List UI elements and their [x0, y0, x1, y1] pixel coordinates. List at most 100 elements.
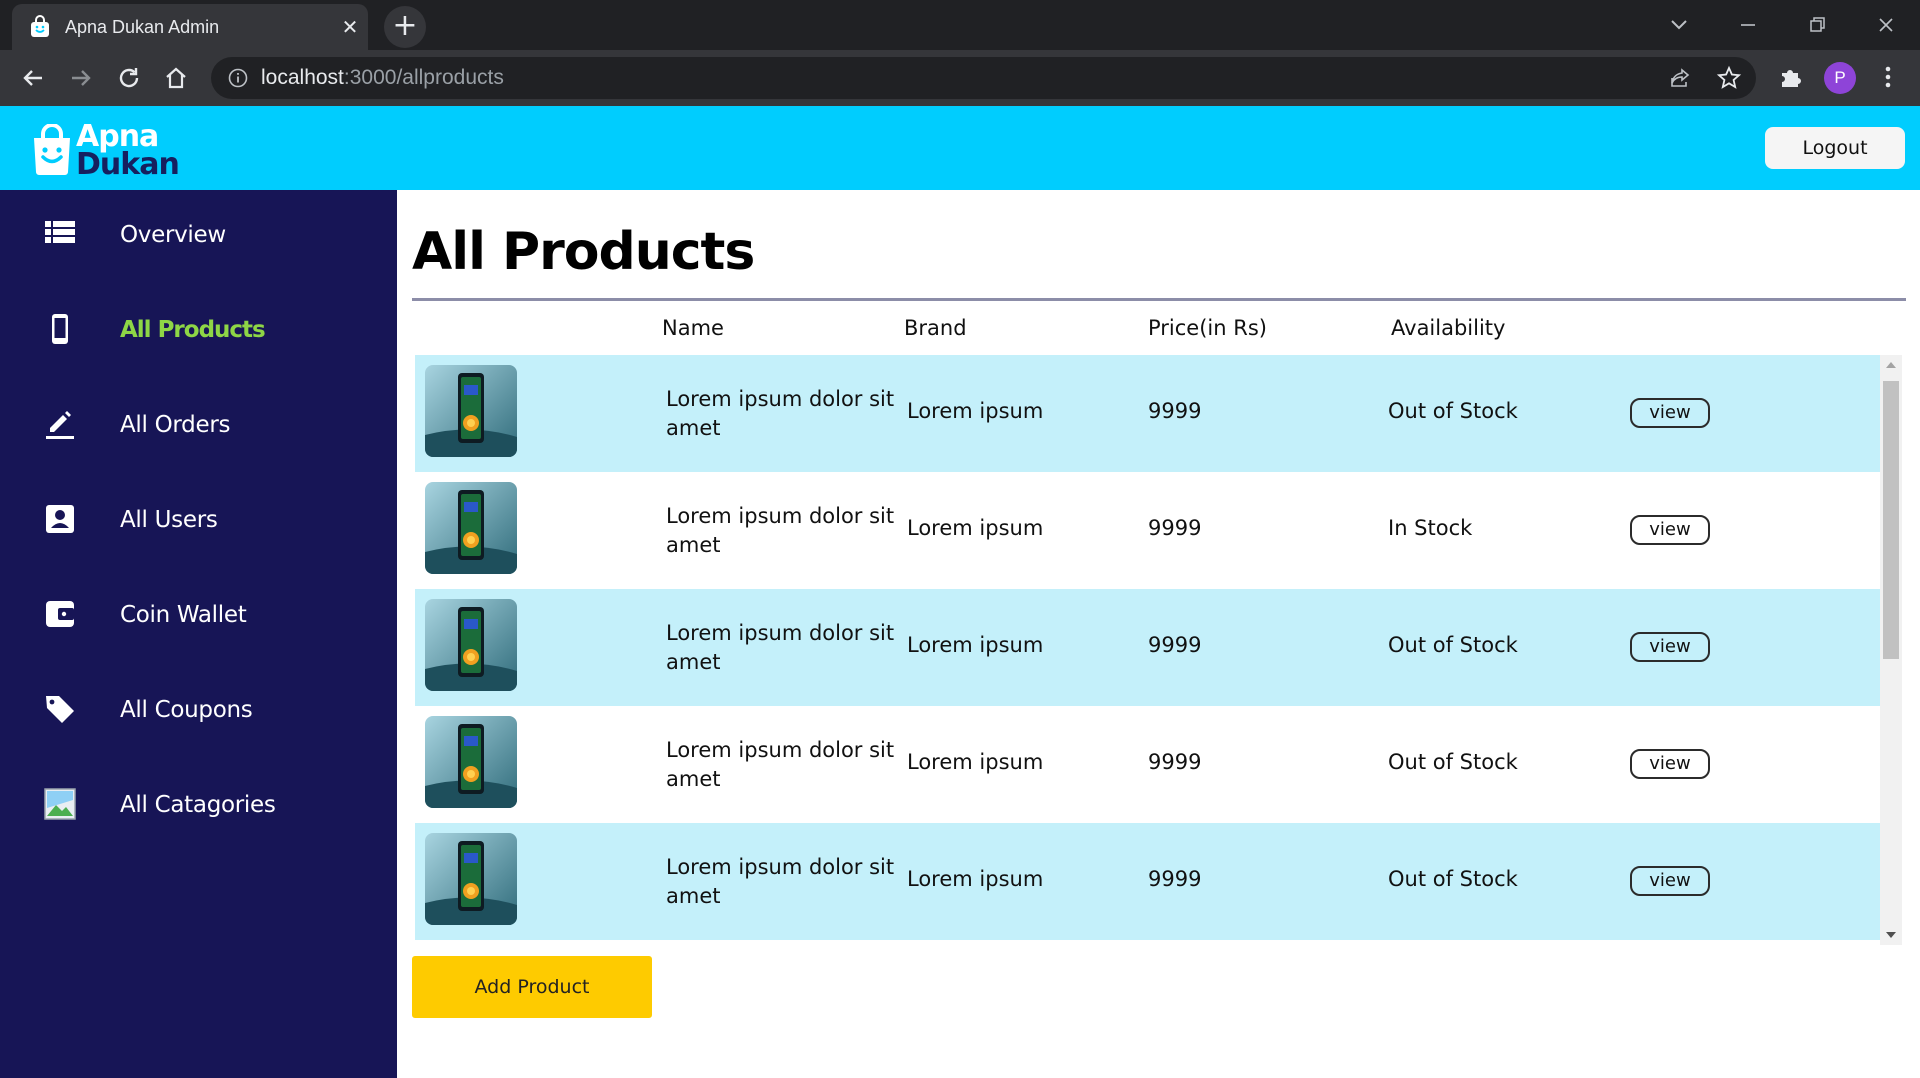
sidebar: Overview All Products All Orders All Use… — [0, 190, 397, 1078]
view-button[interactable]: view — [1630, 749, 1710, 779]
add-product-button[interactable]: Add Product — [412, 956, 652, 1018]
list-icon — [45, 221, 75, 243]
table-row: Lorem ipsum dolor sit amet Lorem ipsum 9… — [415, 706, 1880, 823]
broken-image-icon — [44, 788, 76, 820]
column-header-brand: Brand — [904, 316, 967, 340]
product-thumbnail — [425, 599, 517, 691]
sidebar-item-label: Overview — [120, 222, 226, 248]
tab-search-chevron-icon[interactable] — [1664, 10, 1694, 40]
contact-icon — [46, 505, 74, 533]
browser-menu-icon[interactable] — [1874, 63, 1902, 91]
logout-button[interactable]: Logout — [1765, 127, 1905, 169]
product-name: Lorem ipsum dolor sit amet — [666, 738, 895, 791]
product-thumbnail — [425, 716, 517, 808]
view-button[interactable]: view — [1630, 398, 1710, 428]
app-header: Apna Dukan Logout — [0, 106, 1920, 190]
product-price: 9999 — [1148, 750, 1202, 774]
sidebar-item-label: Coin Wallet — [120, 602, 247, 628]
tab-title: Apna Dukan Admin — [65, 17, 220, 37]
url-text: localhost:3000/allproducts — [261, 66, 504, 90]
product-thumbnail — [425, 833, 517, 925]
product-name: Lorem ipsum dolor sit amet — [666, 621, 895, 674]
products-table-body[interactable]: Lorem ipsum dolor sit amet Lorem ipsum 9… — [412, 355, 1906, 945]
column-header-name: Name — [662, 316, 724, 340]
scrollbar-thumb[interactable] — [1883, 381, 1899, 659]
product-availability: Out of Stock — [1388, 633, 1518, 657]
wallet-icon — [46, 601, 74, 627]
tag-icon — [46, 696, 74, 723]
page-title: All Products — [412, 222, 755, 282]
shopping-bag-favicon-icon — [31, 15, 49, 37]
smartphone-icon — [52, 314, 68, 344]
site-info-icon[interactable] — [227, 67, 249, 89]
product-name: Lorem ipsum dolor sit amet — [666, 504, 895, 557]
table-row: Lorem ipsum dolor sit amet Lorem ipsum 9… — [415, 823, 1880, 940]
product-availability: Out of Stock — [1388, 750, 1518, 774]
sidebar-item-all-coupons[interactable]: All Coupons — [0, 665, 397, 760]
profile-avatar[interactable]: P — [1824, 62, 1856, 94]
edit-icon — [46, 411, 74, 439]
sidebar-item-all-orders[interactable]: All Orders — [0, 380, 397, 475]
product-price: 9999 — [1148, 516, 1202, 540]
address-bar[interactable]: localhost:3000/allproducts — [211, 57, 1756, 99]
product-availability: In Stock — [1388, 516, 1473, 540]
sidebar-item-overview[interactable]: Overview — [0, 190, 397, 285]
view-button[interactable]: view — [1630, 866, 1710, 896]
minimize-icon[interactable] — [1733, 10, 1763, 40]
product-price: 9999 — [1148, 867, 1202, 891]
scroll-down-arrow-icon[interactable] — [1880, 927, 1902, 943]
logo-text-dukan: Dukan — [76, 147, 180, 182]
browser-tab[interactable]: Apna Dukan Admin ✕ — [12, 4, 368, 50]
table-row: Lorem ipsum dolor sit amet Lorem ipsum 9… — [415, 589, 1880, 706]
product-thumbnail — [425, 482, 517, 574]
product-brand: Lorem ipsum — [907, 633, 1044, 657]
product-brand: Lorem ipsum — [907, 399, 1044, 423]
sidebar-item-label: All Catagories — [120, 792, 276, 818]
browser-tab-bar: Apna Dukan Admin ✕ + — [0, 0, 1920, 50]
browser-toolbar: localhost:3000/allproducts P — [0, 50, 1920, 106]
sidebar-item-all-users[interactable]: All Users — [0, 475, 397, 570]
product-name: Lorem ipsum dolor sit amet — [666, 387, 895, 440]
product-brand: Lorem ipsum — [907, 867, 1044, 891]
apna-dukan-logo[interactable]: Apna Dukan — [28, 118, 198, 182]
product-brand: Lorem ipsum — [907, 750, 1044, 774]
product-thumbnail — [425, 365, 517, 457]
sidebar-item-all-products[interactable]: All Products — [0, 285, 397, 380]
forward-arrow-icon[interactable] — [66, 63, 96, 93]
shopping-bag-logo-icon — [34, 124, 70, 175]
table-header: Name Brand Price(in Rs) Availability — [412, 316, 1906, 350]
home-icon[interactable] — [161, 63, 191, 93]
sidebar-item-coin-wallet[interactable]: Coin Wallet — [0, 570, 397, 665]
product-price: 9999 — [1148, 633, 1202, 657]
back-arrow-icon[interactable] — [18, 63, 48, 93]
tab-close-icon[interactable]: ✕ — [338, 15, 362, 39]
table-row: Lorem ipsum dolor sit amet Lorem ipsum 9… — [415, 472, 1880, 589]
extensions-puzzle-icon[interactable] — [1777, 63, 1805, 91]
view-button[interactable]: view — [1630, 515, 1710, 545]
table-row: Lorem ipsum dolor sit amet Lorem ipsum 9… — [415, 355, 1880, 472]
vertical-scrollbar[interactable] — [1880, 355, 1902, 945]
sidebar-item-label: All Orders — [120, 412, 231, 438]
reload-icon[interactable] — [114, 63, 144, 93]
product-brand: Lorem ipsum — [907, 516, 1044, 540]
bookmark-star-icon[interactable] — [1716, 65, 1742, 91]
window-close-icon[interactable] — [1871, 10, 1901, 40]
column-header-availability: Availability — [1391, 316, 1506, 340]
scroll-up-arrow-icon[interactable] — [1880, 357, 1902, 373]
product-availability: Out of Stock — [1388, 399, 1518, 423]
new-tab-button[interactable]: + — [384, 6, 426, 48]
sidebar-item-label: All Coupons — [120, 697, 253, 723]
product-availability: Out of Stock — [1388, 867, 1518, 891]
sidebar-item-label: All Products — [120, 317, 266, 343]
column-header-price: Price(in Rs) — [1148, 316, 1267, 340]
view-button[interactable]: view — [1630, 632, 1710, 662]
sidebar-item-label: All Users — [120, 507, 218, 533]
product-name: Lorem ipsum dolor sit amet — [666, 855, 895, 908]
share-icon[interactable] — [1668, 66, 1692, 90]
url-path: :3000/allproducts — [343, 66, 504, 89]
url-host: localhost — [261, 66, 344, 89]
restore-icon[interactable] — [1802, 10, 1832, 40]
title-divider — [412, 298, 1906, 301]
product-price: 9999 — [1148, 399, 1202, 423]
sidebar-item-all-catagories[interactable]: All Catagories — [0, 760, 397, 855]
